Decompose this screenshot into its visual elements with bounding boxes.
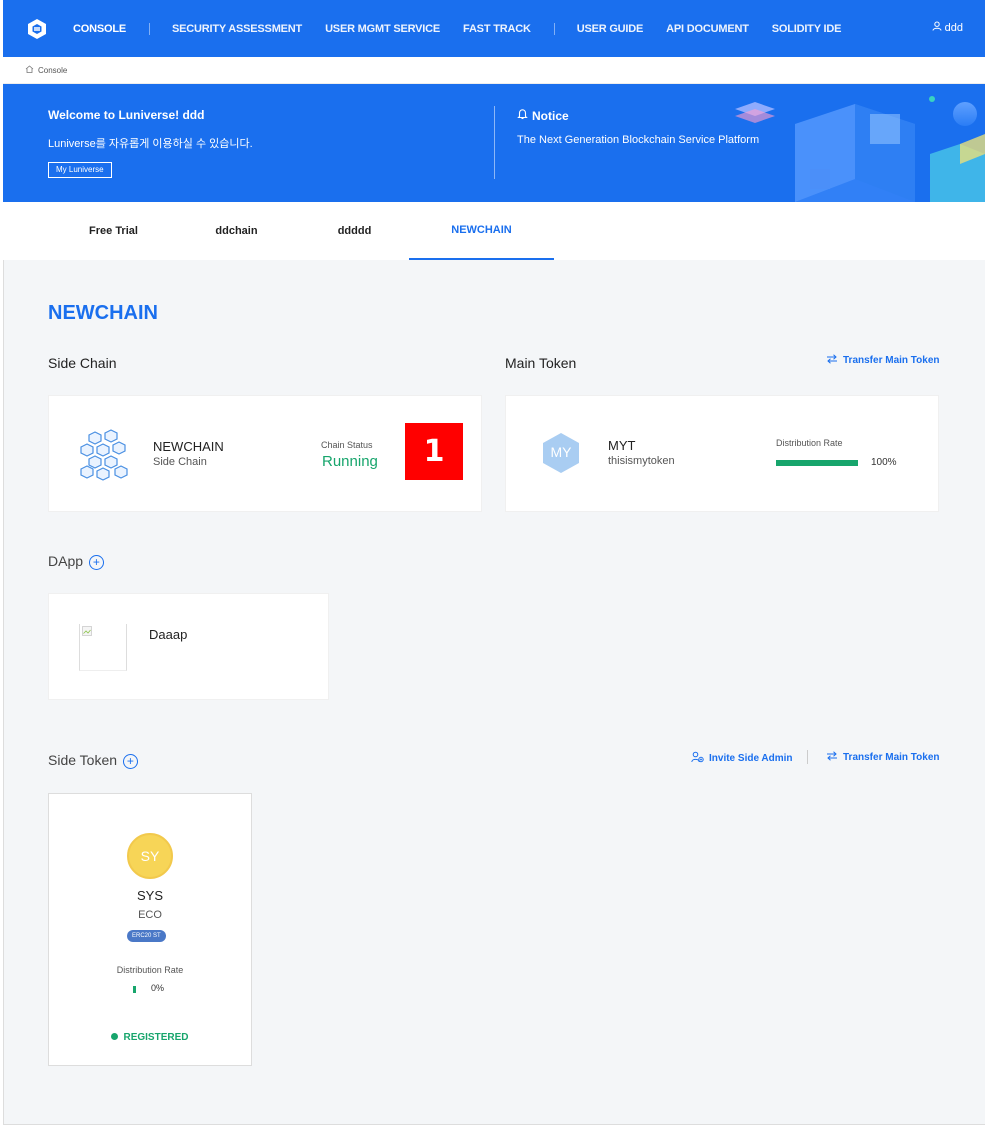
notice-title-text: Notice <box>532 108 569 123</box>
main-token-avatar-text: MY <box>550 444 572 460</box>
nav-api-document[interactable]: API DOCUMENT <box>666 23 749 35</box>
status-dot-icon <box>111 1033 119 1040</box>
luniverse-logo-icon[interactable] <box>25 17 49 41</box>
home-icon[interactable] <box>25 65 34 75</box>
main-token-symbol: MYT <box>608 438 636 453</box>
nav-user-mgmt-service[interactable]: USER MGMT SERVICE <box>325 23 440 35</box>
notice-text: The Next Generation Blockchain Service P… <box>517 134 760 146</box>
dapp-heading: DApp + <box>48 553 104 570</box>
nav-separator <box>149 22 150 35</box>
side-chain-heading: Side Chain <box>48 355 117 371</box>
user-icon <box>932 21 942 34</box>
dapp-name: Daaap <box>149 627 188 642</box>
annotation-marker: 1 <box>405 423 463 480</box>
side-chain-type: Side Chain <box>153 456 207 468</box>
page-title: NEWCHAIN <box>48 302 158 324</box>
chain-tabs: Free Trial ddchain ddddd NEWCHAIN <box>3 202 985 260</box>
banner-divider <box>494 106 495 179</box>
side-token-heading-label: Side Token <box>48 752 118 768</box>
add-dapp-plus-icon[interactable]: + <box>88 554 104 570</box>
transfer-main-token-button[interactable]: Transfer Main Token <box>826 354 940 367</box>
side-chain-name: NEWCHAIN <box>153 439 224 454</box>
transfer-main-token-label: Transfer Main Token <box>843 355 940 366</box>
side-token-rate-text: 0% <box>151 983 165 993</box>
welcome-subtitle: Luniverse를 자유롭게 이용하실 수 있습니다. <box>48 138 253 150</box>
dapp-image <box>79 624 127 671</box>
dapp-heading-label: DApp <box>48 553 84 569</box>
side-token-status: REGISTERED <box>48 1032 252 1043</box>
side-token-status-label: REGISTERED <box>123 1032 189 1043</box>
invite-user-icon <box>691 751 704 766</box>
main-token-name: thisismytoken <box>608 455 675 467</box>
tab-newchain[interactable]: NEWCHAIN <box>409 202 554 260</box>
main-token-heading: Main Token <box>505 355 577 371</box>
invite-side-admin-label: Invite Side Admin <box>709 753 793 764</box>
side-token-rate-label: Distribution Rate <box>116 965 184 975</box>
breadcrumb-console[interactable]: Console <box>38 66 67 75</box>
main-token-rate-text: 100% <box>871 457 897 468</box>
nav-fast-track[interactable]: FAST TRACK <box>463 23 531 35</box>
nav-solidity-ide[interactable]: SOLIDITY IDE <box>772 23 842 35</box>
transfer-main-token-label-2: Transfer Main Token <box>843 752 940 763</box>
add-side-token-plus-icon[interactable]: + <box>122 753 138 769</box>
side-token-symbol: SYS <box>136 888 163 903</box>
side-token-avatar: SY <box>127 833 173 879</box>
side-token-heading: Side Token + <box>48 752 138 769</box>
transfer-arrows-icon <box>826 751 838 764</box>
transfer-arrows-icon <box>826 354 838 367</box>
blocks-icon <box>79 429 131 486</box>
my-luniverse-button[interactable]: My Luniverse <box>48 162 112 178</box>
tab-ddddd[interactable]: ddddd <box>282 202 427 260</box>
breadcrumb: Console <box>3 57 985 84</box>
nav-separator <box>553 22 555 35</box>
top-nav: CONSOLE SECURITY ASSESSMENT USER MGMT SE… <box>3 0 985 57</box>
user-name: ddd <box>944 21 963 34</box>
nav-security-assessment[interactable]: SECURITY ASSESSMENT <box>172 23 302 35</box>
chain-status-value: Running <box>322 453 378 470</box>
transfer-main-token-button-2[interactable]: Transfer Main Token <box>826 751 940 764</box>
welcome-title: Welcome to Luniverse! ddd <box>48 108 205 122</box>
main-token-progress <box>776 460 858 466</box>
nav-user-guide[interactable]: USER GUIDE <box>577 23 644 35</box>
user-menu[interactable]: ddd <box>932 21 963 34</box>
bell-icon <box>517 108 528 123</box>
side-token-name: ECO <box>138 909 162 921</box>
invite-side-admin-button[interactable]: Invite Side Admin <box>691 751 793 766</box>
side-token-progress-fill <box>133 986 136 993</box>
link-separator <box>807 750 808 764</box>
token-standard-badge: ERC20 ST <box>127 930 166 942</box>
notice-title: Notice <box>517 108 569 123</box>
welcome-banner: Welcome to Luniverse! ddd Luniverse를 자유롭… <box>3 84 985 202</box>
nav-console[interactable]: CONSOLE <box>73 23 126 35</box>
main-token-progress-fill <box>776 460 858 466</box>
main-token-rate-label: Distribution Rate <box>776 438 843 448</box>
chain-status-label: Chain Status <box>321 440 373 450</box>
blockchain-illustration <box>735 96 985 202</box>
dapp-card[interactable]: Daaap <box>48 593 329 700</box>
